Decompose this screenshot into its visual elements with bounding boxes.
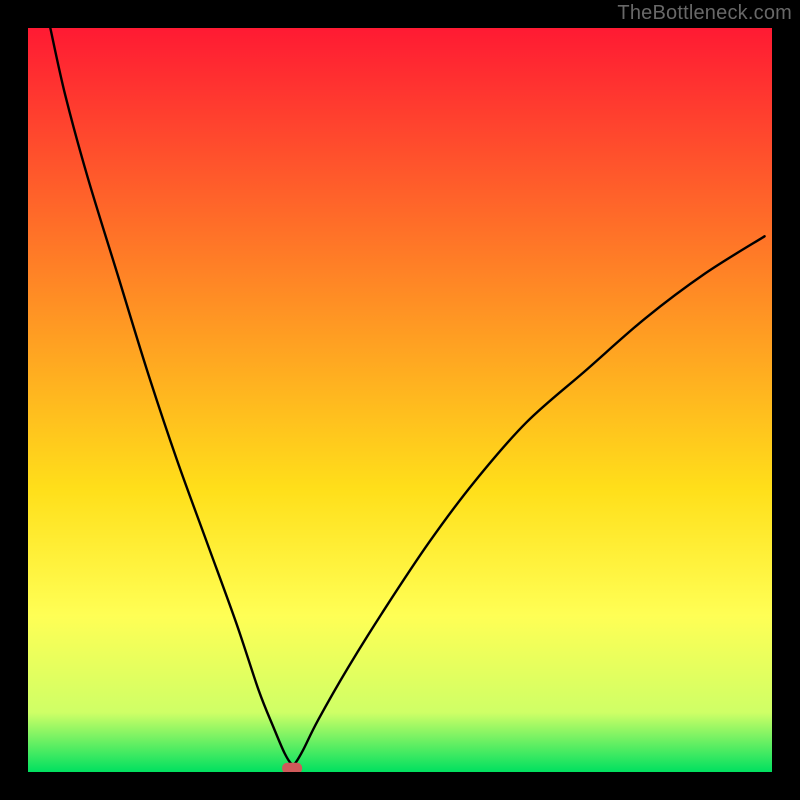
plot-area: [28, 28, 772, 772]
chart-svg: [28, 28, 772, 772]
chart-frame: TheBottleneck.com: [0, 0, 800, 800]
gradient-background: [28, 28, 772, 772]
optimal-marker: [282, 763, 302, 772]
watermark-text: TheBottleneck.com: [617, 2, 792, 25]
